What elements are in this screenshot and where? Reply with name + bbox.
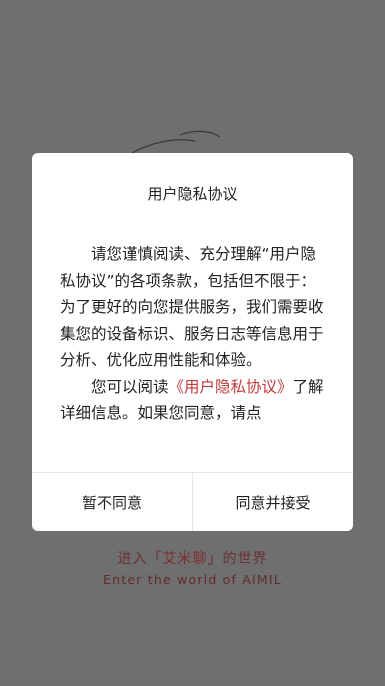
tagline-prefix: 进入 — [117, 551, 148, 567]
accept-button[interactable]: 同意并接受 — [192, 473, 353, 531]
tagline-chinese: 进入「艾米聊」的世界 — [0, 548, 385, 568]
paragraph-2-before: 您可以阅读 — [91, 377, 169, 396]
privacy-policy-link[interactable]: 《用户隐私协议》 — [169, 378, 293, 396]
policy-paragraph-1: 请您谨慎阅读、充分理解“用户隐私协议”的各项条款，包括但不限于：为了更好的向您提… — [60, 245, 324, 369]
tagline-suffix: 的世界 — [222, 551, 268, 567]
dialog-body[interactable]: 请您谨慎阅读、充分理解“用户隐私协议”的各项条款，包括但不限于：为了更好的向您提… — [60, 241, 325, 445]
dialog-actions: 暂不同意 同意并接受 — [32, 472, 353, 531]
brand-open-bracket: 「 — [147, 551, 163, 567]
policy-paragraph-2: 您可以阅读《用户隐私协议》了解详细信息。如果您同意，请点 — [60, 374, 325, 427]
brand-close-bracket: 」 — [207, 551, 223, 567]
dialog-title: 用户隐私协议 — [147, 185, 238, 203]
privacy-dialog: 用户隐私协议 请您谨慎阅读、充分理解“用户隐私协议”的各项条款，包括但不限于：为… — [32, 153, 353, 531]
decline-button[interactable]: 暂不同意 — [32, 473, 192, 531]
brand-name: 艾米聊 — [162, 551, 208, 567]
tagline-english: Enter the world of AIMIL — [103, 572, 282, 587]
